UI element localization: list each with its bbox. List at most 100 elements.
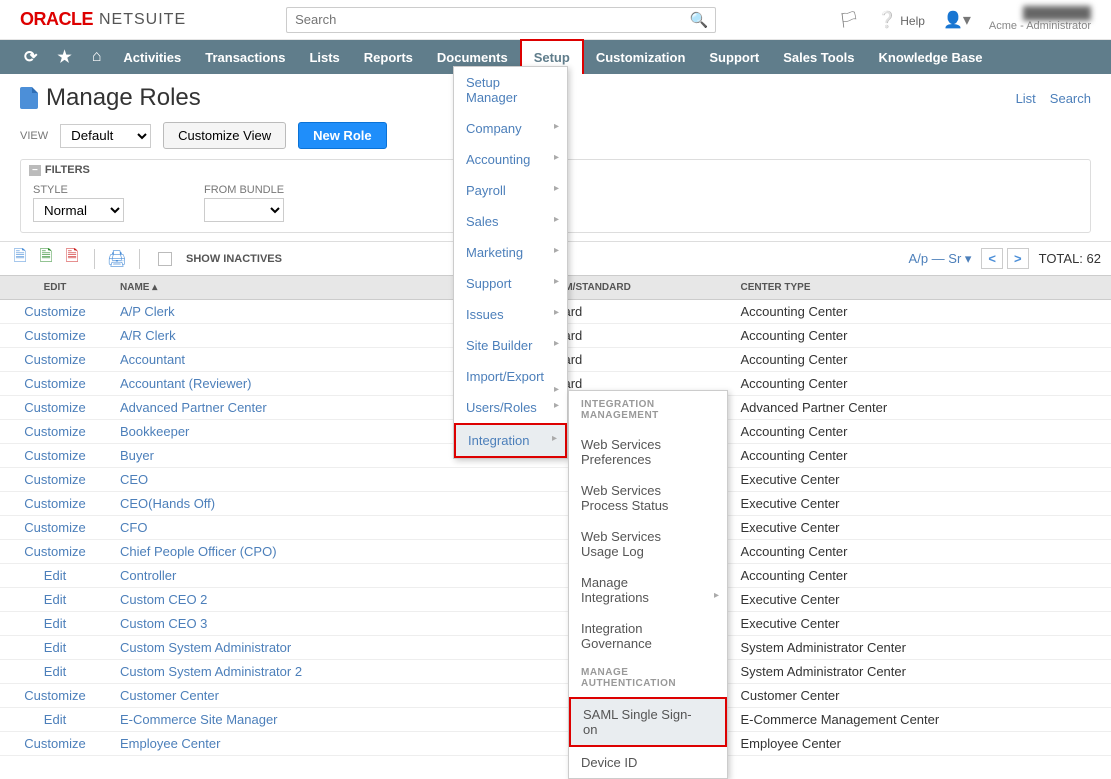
mi-int-governance[interactable]: Integration Governance — [569, 613, 727, 659]
role-name-link[interactable]: A/R Clerk — [120, 328, 176, 343]
mi-device-id[interactable]: Device ID — [569, 747, 727, 778]
edit-link[interactable]: Edit — [44, 592, 66, 607]
mi-ws-status[interactable]: Web Services Process Status — [569, 475, 727, 521]
pager-next[interactable]: > — [1007, 248, 1029, 269]
edit-link[interactable]: Customize — [24, 400, 85, 415]
mi-marketing[interactable]: Marketing — [454, 237, 567, 268]
pager-prev[interactable]: < — [981, 248, 1003, 269]
role-name-link[interactable]: Advanced Partner Center — [120, 400, 267, 415]
mi-ws-log[interactable]: Web Services Usage Log — [569, 521, 727, 567]
edit-link[interactable]: Customize — [24, 544, 85, 559]
mi-ws-prefs[interactable]: Web Services Preferences — [569, 429, 727, 475]
center-type-cell: Executive Center — [731, 588, 1111, 612]
export-pdf-icon[interactable]: 🗎 — [62, 249, 82, 269]
role-name-link[interactable]: Employee Center — [120, 736, 220, 751]
table-row: Edit Custom System Administrator System Ad… — [0, 636, 1111, 660]
edit-link[interactable]: Edit — [44, 616, 66, 631]
mi-integration[interactable]: Integration — [454, 423, 567, 458]
role-name-link[interactable]: Chief People Officer (CPO) — [120, 544, 277, 559]
new-role-button[interactable]: New Role — [298, 122, 387, 149]
mi-payroll[interactable]: Payroll — [454, 175, 567, 206]
edit-link[interactable]: Customize — [24, 472, 85, 487]
role-name-link[interactable]: Custom System Administrator — [120, 640, 291, 655]
edit-link[interactable]: Customize — [24, 520, 85, 535]
nav-kb[interactable]: Knowledge Base — [867, 40, 995, 74]
mi-company[interactable]: Company — [454, 113, 567, 144]
feedback-icon[interactable]: 🏳 — [839, 10, 859, 30]
view-select[interactable]: Default — [60, 124, 151, 148]
role-name-link[interactable]: Custom System Administrator 2 — [120, 664, 302, 679]
center-type-cell: Accounting Center — [731, 540, 1111, 564]
nav-salestools[interactable]: Sales Tools — [771, 40, 866, 74]
edit-link[interactable]: Customize — [24, 688, 85, 703]
mi-accounting[interactable]: Accounting — [454, 144, 567, 175]
role-name-link[interactable]: Bookkeeper — [120, 424, 189, 439]
mi-saml-sso[interactable]: SAML Single Sign-on — [569, 697, 727, 747]
style-select[interactable]: Normal — [33, 198, 124, 222]
nav-star-icon[interactable]: ★ — [47, 40, 81, 74]
edit-link[interactable]: Edit — [44, 712, 66, 727]
edit-link[interactable]: Edit — [44, 568, 66, 583]
role-name-link[interactable]: CEO — [120, 472, 148, 487]
new-doc-icon[interactable]: 🗎 — [10, 249, 30, 269]
export-excel-icon[interactable]: 🗎 — [36, 249, 56, 269]
mi-support[interactable]: Support — [454, 268, 567, 299]
mi-sales[interactable]: Sales — [454, 206, 567, 237]
edit-link[interactable]: Customize — [24, 424, 85, 439]
role-name-link[interactable]: Accountant (Reviewer) — [120, 376, 252, 391]
help-link[interactable]: ❔ Help — [877, 10, 925, 30]
nav-support[interactable]: Support — [697, 40, 771, 74]
edit-link[interactable]: Customize — [24, 304, 85, 319]
bundle-select[interactable] — [204, 198, 284, 222]
role-name-link[interactable]: Custom CEO 2 — [120, 592, 207, 607]
mi-issues[interactable]: Issues — [454, 299, 567, 330]
center-type-cell: Accounting Center — [731, 300, 1111, 324]
nav-transactions[interactable]: Transactions — [193, 40, 297, 74]
edit-link[interactable]: Edit — [44, 640, 66, 655]
search-icon[interactable]: 🔍 — [689, 11, 708, 29]
view-search-link[interactable]: Search — [1050, 91, 1091, 106]
nav-reports[interactable]: Reports — [352, 40, 425, 74]
show-inactives-checkbox[interactable] — [158, 252, 172, 266]
pager-range[interactable]: A/p — Sr ▾ — [909, 251, 972, 267]
mi-importexport[interactable]: Import/Export — [454, 361, 567, 392]
edit-link[interactable]: Edit — [44, 664, 66, 679]
global-search[interactable]: 🔍 — [286, 7, 716, 33]
mi-setup-manager[interactable]: Setup Manager — [454, 67, 567, 113]
center-type-cell: System Administrator Center — [731, 636, 1111, 660]
nav-home-icon[interactable]: ⌂ — [82, 40, 112, 74]
account-info[interactable]: ████████ Acme - Administrator — [989, 7, 1091, 32]
nav-activities[interactable]: Activities — [111, 40, 193, 74]
role-name-link[interactable]: CEO(Hands Off) — [120, 496, 215, 511]
mi-manage-integrations[interactable]: Manage Integrations — [569, 567, 727, 613]
edit-link[interactable]: Customize — [24, 352, 85, 367]
nav-lists[interactable]: Lists — [297, 40, 351, 74]
edit-link[interactable]: Customize — [24, 496, 85, 511]
customize-view-button[interactable]: Customize View — [163, 122, 286, 149]
role-name-link[interactable]: Accountant — [120, 352, 185, 367]
role-name-link[interactable]: E-Commerce Site Manager — [120, 712, 278, 727]
user-icon[interactable]: 👤▾ — [943, 10, 971, 30]
role-name-link[interactable]: A/P Clerk — [120, 304, 175, 319]
mi-usersroles[interactable]: Users/Roles — [454, 392, 567, 423]
center-type-cell: Accounting Center — [731, 564, 1111, 588]
edit-link[interactable]: Customize — [24, 448, 85, 463]
print-icon[interactable]: 🖨 — [107, 249, 127, 269]
col-name[interactable]: NAME ▴ — [110, 276, 462, 300]
edit-link[interactable]: Customize — [24, 328, 85, 343]
role-name-link[interactable]: Customer Center — [120, 688, 219, 703]
search-input[interactable] — [286, 7, 716, 33]
submenu-hdr-mgmt: INTEGRATION MANAGEMENT — [569, 391, 727, 429]
mi-sitebuilder[interactable]: Site Builder — [454, 330, 567, 361]
role-name-link[interactable]: CFO — [120, 520, 147, 535]
edit-link[interactable]: Customize — [24, 376, 85, 391]
view-list-link[interactable]: List — [1016, 91, 1036, 106]
nav-customization[interactable]: Customization — [584, 40, 698, 74]
role-name-link[interactable]: Custom CEO 3 — [120, 616, 207, 631]
col-edit[interactable]: EDIT — [0, 276, 110, 300]
role-name-link[interactable]: Controller — [120, 568, 176, 583]
edit-link[interactable]: Customize — [24, 736, 85, 751]
nav-history-icon[interactable]: ⟳ — [14, 40, 47, 74]
col-center[interactable]: CENTER TYPE — [731, 276, 1111, 300]
role-name-link[interactable]: Buyer — [120, 448, 154, 463]
